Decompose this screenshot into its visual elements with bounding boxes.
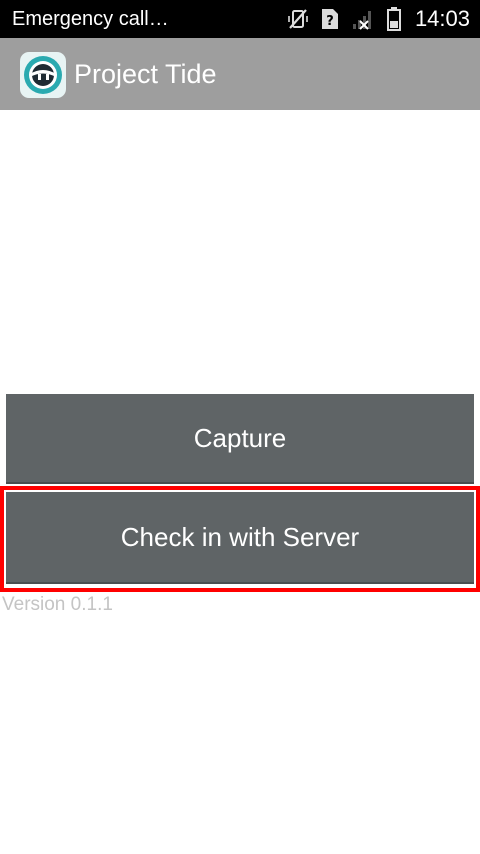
- check-in-with-server-button[interactable]: Check in with Server: [6, 492, 474, 584]
- sim-unknown-icon: ?: [321, 8, 339, 30]
- capture-button[interactable]: Capture: [6, 394, 474, 484]
- version-label: Version 0.1.1: [2, 594, 113, 615]
- vibrate-off-icon: [287, 8, 309, 30]
- status-icons: ? 14:03: [287, 0, 470, 38]
- action-bar: Project Tide: [0, 38, 480, 110]
- no-signal-icon: [351, 8, 375, 30]
- status-clock: 14:03: [414, 6, 470, 31]
- project-tide-logo-icon[interactable]: [20, 52, 66, 98]
- svg-text:?: ?: [326, 14, 334, 29]
- battery-icon: [386, 7, 401, 31]
- status-bar: Emergency call… ? 14:03: [0, 0, 480, 38]
- app-title: Project Tide: [74, 59, 217, 89]
- carrier-status-text: Emergency call…: [12, 8, 169, 30]
